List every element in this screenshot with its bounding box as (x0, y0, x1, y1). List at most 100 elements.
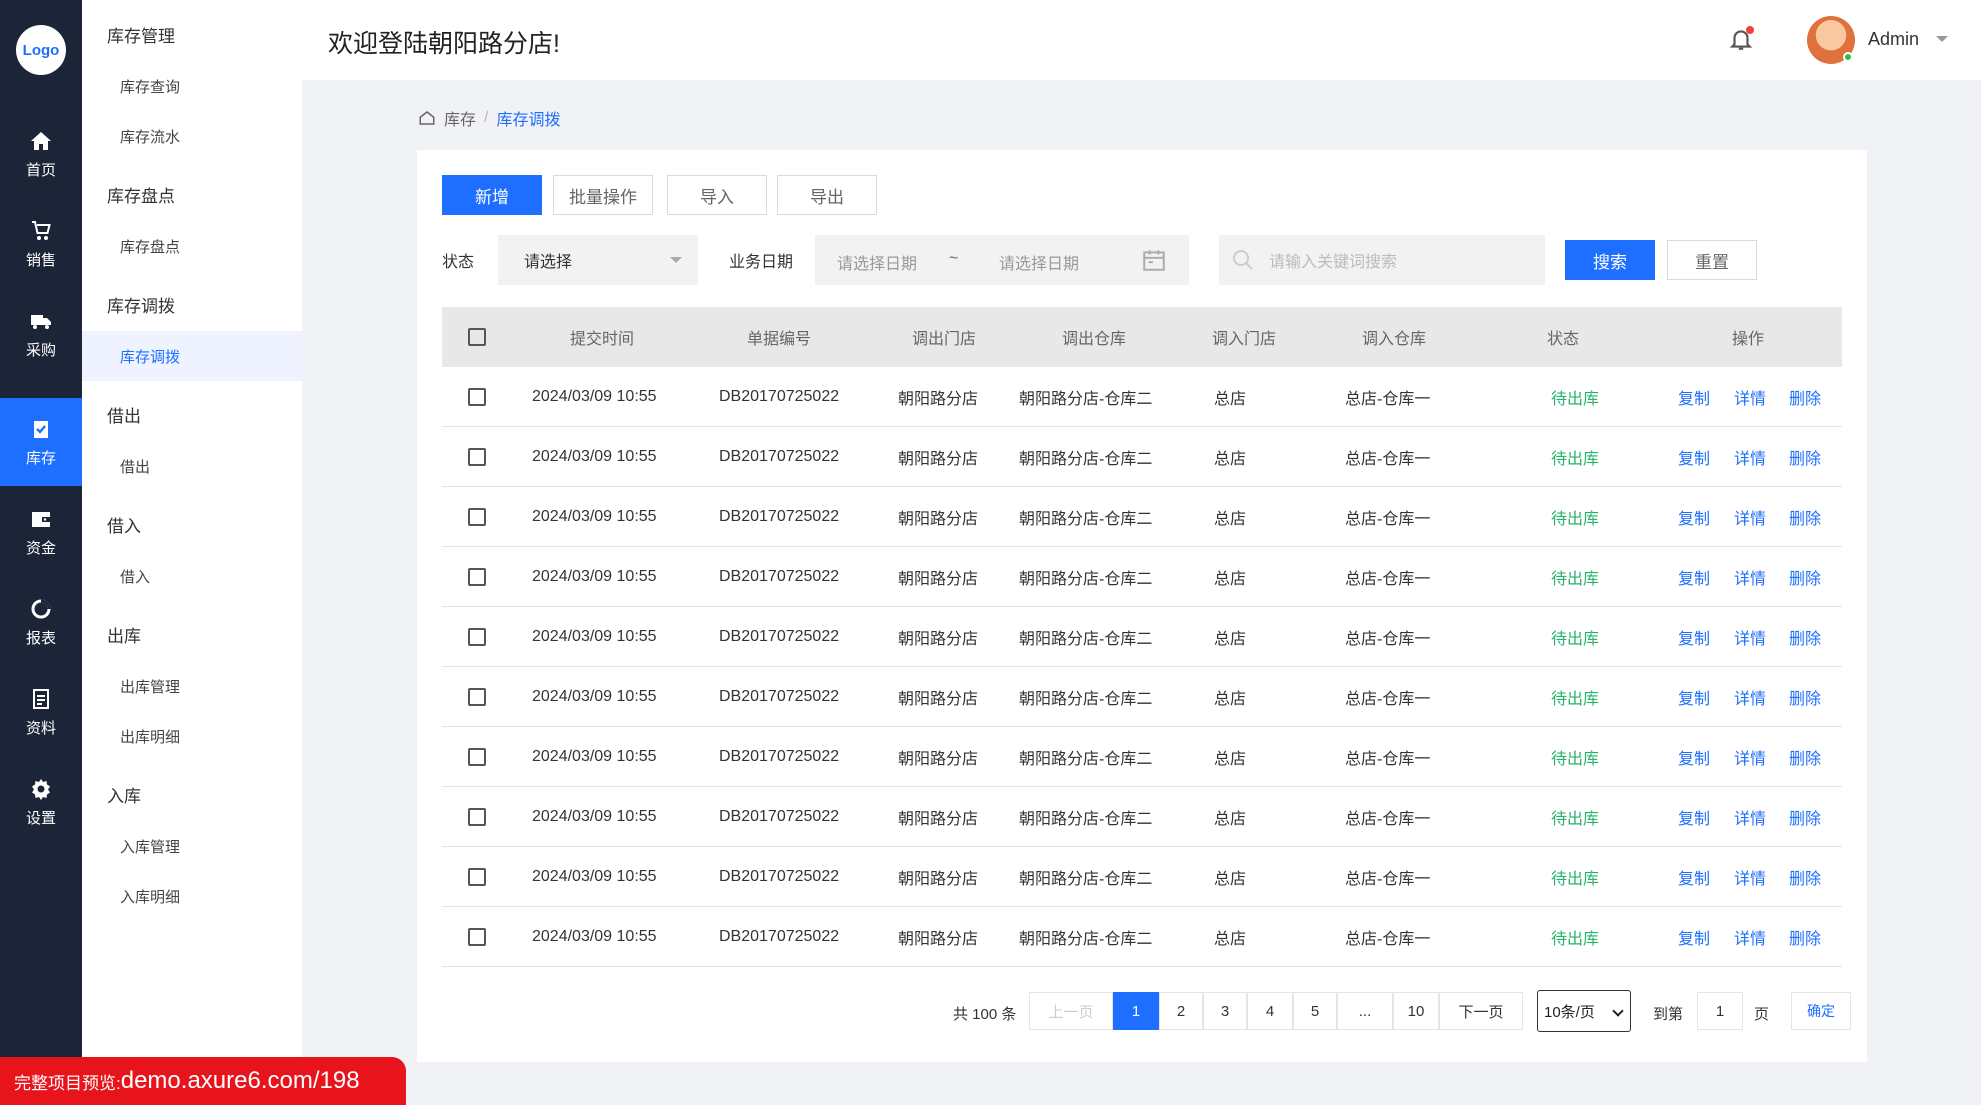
row-checkbox[interactable] (468, 568, 486, 586)
submenu-item-outbound-detail[interactable]: 出库明细 (82, 711, 302, 761)
copy-link[interactable]: 复制 (1678, 427, 1710, 487)
nav-item-inventory[interactable]: 库存 (0, 398, 82, 486)
submenu-item-stock-count[interactable]: 库存盘点 (82, 221, 302, 271)
submenu-item-stock-flow[interactable]: 库存流水 (82, 111, 302, 161)
row-checkbox[interactable] (468, 448, 486, 466)
batch-operation-button[interactable]: 批量操作 (553, 175, 653, 215)
delete-link[interactable]: 删除 (1789, 487, 1821, 547)
cell-status: 待出库 (1551, 931, 1600, 948)
delete-link[interactable]: 删除 (1789, 667, 1821, 727)
avatar[interactable] (1807, 16, 1855, 64)
submenu-item-lend-out[interactable]: 借出 (82, 441, 302, 491)
row-checkbox[interactable] (468, 508, 486, 526)
page-button-5[interactable]: 5 (1293, 992, 1337, 1030)
cell-time: 2024/03/09 10:55 (532, 928, 657, 945)
copy-link[interactable]: 复制 (1678, 787, 1710, 847)
date-range-picker[interactable]: 请选择日期 ~ 请选择日期 (815, 235, 1189, 285)
table-row: 2024/03/09 10:55 DB20170725022 朝阳路分店 朝阳路分店-… (442, 427, 1842, 487)
nav-item-purchase[interactable]: 采购 (0, 290, 82, 378)
status-select[interactable]: 请选择 (498, 235, 698, 285)
home-icon[interactable] (418, 109, 436, 127)
delete-link[interactable]: 删除 (1789, 427, 1821, 487)
nav-item-home[interactable]: 首页 (0, 110, 82, 198)
submenu-item-stock-query[interactable]: 库存查询 (82, 61, 302, 111)
page-button-10[interactable]: 10 (1393, 992, 1439, 1030)
row-checkbox[interactable] (468, 388, 486, 406)
search-button[interactable]: 搜索 (1565, 240, 1655, 280)
cell-status: 待出库 (1551, 511, 1600, 528)
page-button-2[interactable]: 2 (1159, 992, 1203, 1030)
copy-link[interactable]: 复制 (1678, 547, 1710, 607)
detail-link[interactable]: 详情 (1734, 427, 1766, 487)
preview-watermark[interactable]: 完整项目预览: demo.axure6.com/198 (0, 1057, 406, 1105)
delete-link[interactable]: 删除 (1789, 547, 1821, 607)
add-button[interactable]: 新增 (442, 175, 542, 215)
cell-status: 待出库 (1551, 691, 1600, 708)
row-checkbox[interactable] (468, 748, 486, 766)
row-checkbox[interactable] (468, 628, 486, 646)
detail-link[interactable]: 详情 (1734, 547, 1766, 607)
delete-link[interactable]: 删除 (1789, 907, 1821, 967)
detail-link[interactable]: 详情 (1734, 667, 1766, 727)
row-checkbox[interactable] (468, 928, 486, 946)
breadcrumb-root[interactable]: 库存 (444, 106, 476, 130)
detail-link[interactable]: 详情 (1734, 787, 1766, 847)
row-checkbox[interactable] (468, 868, 486, 886)
search-icon (1233, 250, 1253, 270)
export-button[interactable]: 导出 (777, 175, 877, 215)
copy-link[interactable]: 复制 (1678, 667, 1710, 727)
detail-link[interactable]: 详情 (1734, 847, 1766, 907)
logo[interactable]: Logo (16, 25, 66, 75)
chevron-down-icon[interactable] (1936, 36, 1948, 42)
submenu-item-outbound-manage[interactable]: 出库管理 (82, 661, 302, 711)
keyword-search-input[interactable]: 请输入关键词搜索 (1219, 235, 1545, 285)
delete-link[interactable]: 删除 (1789, 787, 1821, 847)
import-button[interactable]: 导入 (667, 175, 767, 215)
nav-item-funds[interactable]: 资金 (0, 488, 82, 576)
nav-item-sales[interactable]: 销售 (0, 200, 82, 288)
user-name[interactable]: Admin (1868, 29, 1919, 50)
nav-item-label: 报表 (25, 629, 56, 647)
submenu-item-borrow-in[interactable]: 借入 (82, 551, 302, 601)
breadcrumb-separator: / (484, 109, 489, 126)
date-start-input[interactable]: 请选择日期 (837, 250, 917, 274)
cell-status: 待出库 (1551, 751, 1600, 768)
copy-link[interactable]: 复制 (1678, 367, 1710, 427)
copy-link[interactable]: 复制 (1678, 727, 1710, 787)
row-checkbox[interactable] (468, 808, 486, 826)
page-button-3[interactable]: 3 (1203, 992, 1247, 1030)
bell-icon[interactable] (1728, 26, 1754, 52)
watermark-url: demo.axure6.com/198 (120, 1067, 360, 1094)
goto-confirm-button[interactable]: 确定 (1791, 992, 1851, 1030)
delete-link[interactable]: 删除 (1789, 607, 1821, 667)
select-all-checkbox[interactable] (468, 328, 486, 346)
detail-link[interactable]: 详情 (1734, 907, 1766, 967)
detail-link[interactable]: 详情 (1734, 727, 1766, 787)
nav-item-settings[interactable]: 设置 (0, 758, 82, 846)
detail-link[interactable]: 详情 (1734, 607, 1766, 667)
detail-link[interactable]: 详情 (1734, 367, 1766, 427)
date-end-input[interactable]: 请选择日期 (999, 250, 1079, 274)
row-checkbox[interactable] (468, 688, 486, 706)
page-button-4[interactable]: 4 (1247, 992, 1293, 1030)
reset-button[interactable]: 重置 (1667, 240, 1757, 280)
next-page-button[interactable]: 下一页 (1439, 992, 1523, 1030)
gear-icon (29, 777, 53, 801)
submenu-item-inbound-detail[interactable]: 入库明细 (82, 871, 302, 921)
copy-link[interactable]: 复制 (1678, 847, 1710, 907)
prev-page-button[interactable]: 上一页 (1029, 992, 1113, 1030)
copy-link[interactable]: 复制 (1678, 487, 1710, 547)
nav-item-data[interactable]: 资料 (0, 668, 82, 756)
delete-link[interactable]: 删除 (1789, 367, 1821, 427)
delete-link[interactable]: 删除 (1789, 847, 1821, 907)
nav-item-reports[interactable]: 报表 (0, 578, 82, 666)
detail-link[interactable]: 详情 (1734, 487, 1766, 547)
page-size-select[interactable]: 10条/页 (1537, 990, 1631, 1032)
page-button-1[interactable]: 1 (1113, 992, 1159, 1030)
copy-link[interactable]: 复制 (1678, 607, 1710, 667)
delete-link[interactable]: 删除 (1789, 727, 1821, 787)
goto-page-input[interactable]: 1 (1697, 992, 1743, 1030)
submenu-item-inbound-manage[interactable]: 入库管理 (82, 821, 302, 871)
copy-link[interactable]: 复制 (1678, 907, 1710, 967)
submenu-item-stock-transfer[interactable]: 库存调拨 (82, 331, 302, 381)
